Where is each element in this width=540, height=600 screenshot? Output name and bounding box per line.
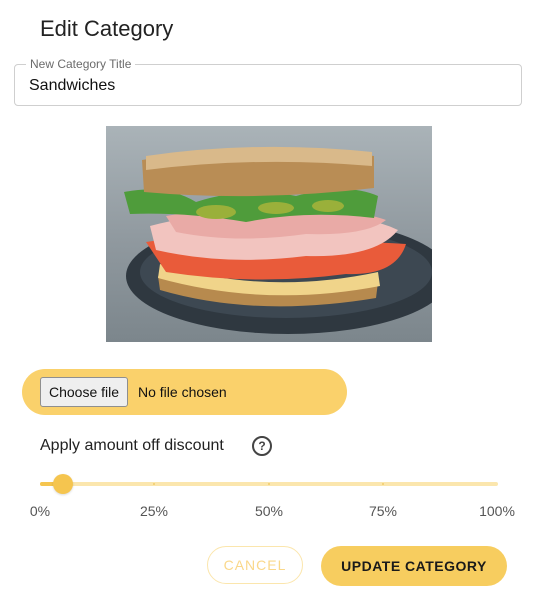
- cancel-button[interactable]: CANCEL: [207, 546, 303, 584]
- dialog-title: Edit Category: [40, 16, 174, 41]
- slider-mark-100: 100%: [479, 503, 515, 519]
- slider-tick: [382, 483, 384, 485]
- slider-tick: [268, 483, 270, 485]
- category-title-label: New Category Title: [26, 57, 136, 71]
- slider-mark-50: 50%: [254, 503, 284, 519]
- question-circle-icon[interactable]: ?: [252, 436, 272, 456]
- discount-slider[interactable]: [40, 474, 498, 494]
- category-title-field[interactable]: New Category Title: [14, 57, 522, 106]
- discount-label: Apply amount off discount: [40, 437, 224, 454]
- file-status-text: No file chosen: [138, 384, 227, 400]
- slider-mark-25: 25%: [139, 503, 169, 519]
- slider-thumb[interactable]: [52, 474, 73, 494]
- choose-file-button[interactable]: Choose file: [40, 377, 129, 407]
- slider-mark-75: 75%: [368, 503, 398, 519]
- slider-tick: [153, 483, 155, 485]
- category-title-input[interactable]: [29, 74, 499, 98]
- category-image: [106, 126, 432, 342]
- file-input-wrapper: Choose file No file chosen: [22, 369, 347, 415]
- slider-mark-0: 0%: [29, 503, 51, 519]
- update-category-button[interactable]: UPDATE CATEGORY: [321, 546, 507, 586]
